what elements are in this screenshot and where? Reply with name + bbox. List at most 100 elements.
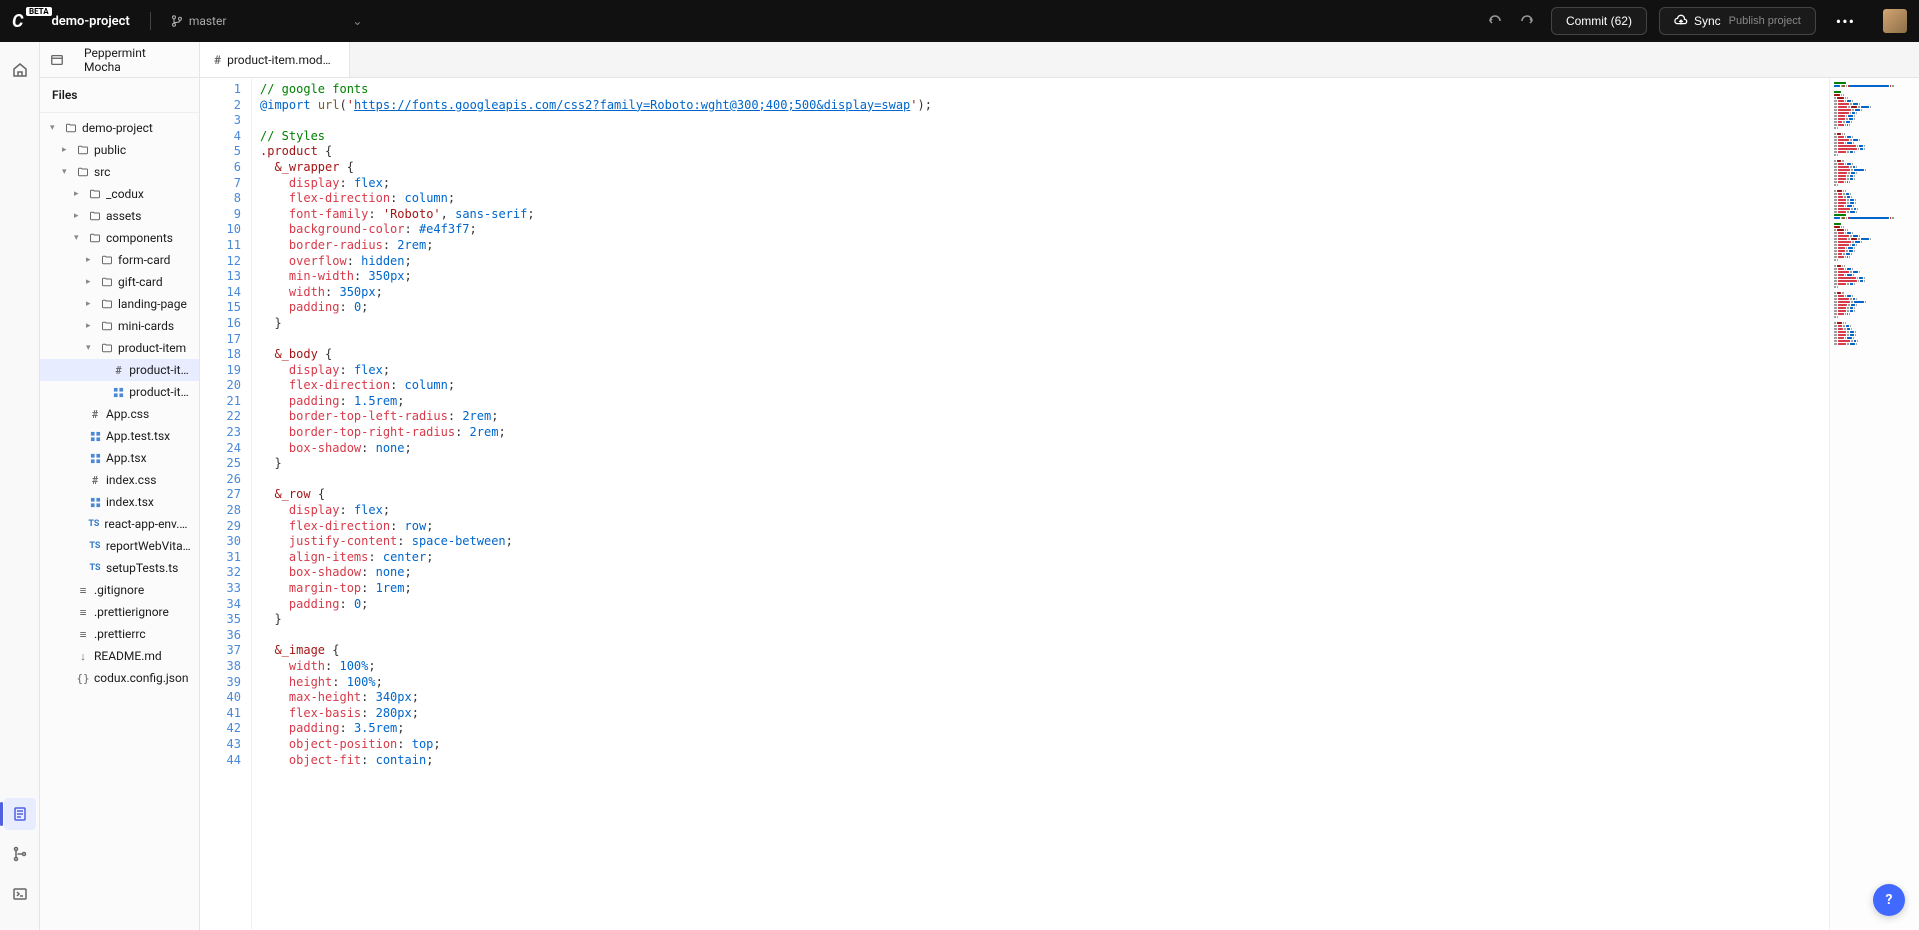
tree-item-label: gift-card bbox=[118, 275, 163, 289]
tree-item-product-item[interactable]: ▾product-item bbox=[40, 337, 199, 359]
tree-item-label: landing-page bbox=[118, 297, 187, 311]
folder-icon bbox=[100, 298, 114, 310]
tree-item-label: .prettierrc bbox=[94, 627, 146, 641]
editor-tab-label: product-item.module… bbox=[227, 53, 335, 67]
hash-icon: # bbox=[88, 408, 102, 421]
minimap[interactable] bbox=[1829, 78, 1919, 930]
terminal-view-button[interactable] bbox=[4, 878, 36, 910]
editor-content[interactable]: 1234567891011121314151617181920212223242… bbox=[200, 78, 1919, 930]
home-button[interactable] bbox=[4, 54, 36, 86]
tree-item--prettierrc[interactable]: ≡ .prettierrc bbox=[40, 623, 199, 645]
tree-item-react-app-env-d-ts[interactable]: TSreact-app-env.d.ts bbox=[40, 513, 199, 535]
project-name[interactable]: demo-project bbox=[51, 14, 129, 29]
chevron-down-icon: ⌄ bbox=[352, 14, 362, 28]
tree-item-demo-project[interactable]: ▾demo-project bbox=[40, 117, 199, 139]
tree-item-label: reportWebVital… bbox=[106, 539, 193, 553]
folder-icon bbox=[100, 276, 114, 288]
tree-item-mini-cards[interactable]: ▸mini-cards bbox=[40, 315, 199, 337]
chevron-icon: ▸ bbox=[74, 211, 84, 221]
sync-sub: Publish project bbox=[1729, 15, 1801, 27]
tree-item-label: App.tsx bbox=[106, 451, 147, 465]
tree-item-app-tsx[interactable]: App.tsx bbox=[40, 447, 199, 469]
tree-item-product-ite-[interactable]: #product-ite… bbox=[40, 359, 199, 381]
tree-item-index-tsx[interactable]: index.tsx bbox=[40, 491, 199, 513]
app-logo[interactable]: C BETA bbox=[12, 11, 23, 32]
breadcrumb-tab[interactable]: Peppermint Mocha bbox=[74, 42, 189, 80]
tree-item-components[interactable]: ▾components bbox=[40, 227, 199, 249]
divider bbox=[150, 12, 151, 30]
chevron-icon: ▸ bbox=[74, 189, 84, 199]
tree-item-product-ite-[interactable]: product-ite… bbox=[40, 381, 199, 403]
editor-tabs: # product-item.module… bbox=[200, 42, 1919, 78]
tree-item-app-test-tsx[interactable]: App.test.tsx bbox=[40, 425, 199, 447]
chevron-icon: ▾ bbox=[62, 167, 72, 177]
tree-item-public[interactable]: ▸public bbox=[40, 139, 199, 161]
file-icon: ≡ bbox=[76, 584, 90, 597]
hash-icon: # bbox=[112, 364, 126, 377]
json-icon: {} bbox=[76, 672, 90, 685]
tree-item-label: form-card bbox=[118, 253, 170, 267]
tree-item-reportwebvital-[interactable]: TS reportWebVital… bbox=[40, 535, 199, 557]
cloud-icon bbox=[1674, 14, 1688, 28]
file-icon: ≡ bbox=[76, 628, 90, 641]
topbar: C BETA demo-project master ⌄ Commit (62)… bbox=[0, 0, 1919, 42]
grid-icon bbox=[88, 497, 102, 508]
file-icon bbox=[12, 806, 28, 822]
hash-icon: # bbox=[88, 474, 102, 487]
commit-button[interactable]: Commit (62) bbox=[1551, 7, 1647, 35]
tree-item-label: public bbox=[94, 143, 126, 157]
tree-item-gift-card[interactable]: ▸ gift-card bbox=[40, 271, 199, 293]
tree-item--gitignore[interactable]: ≡.gitignore bbox=[40, 579, 199, 601]
ts-icon: TS bbox=[88, 563, 102, 573]
tree-item--codux[interactable]: ▸_codux bbox=[40, 183, 199, 205]
tree-item-src[interactable]: ▾ src bbox=[40, 161, 199, 183]
folder-icon bbox=[76, 166, 90, 178]
folder-icon bbox=[88, 188, 102, 200]
redo-icon[interactable] bbox=[1515, 9, 1539, 33]
folder-icon bbox=[76, 144, 90, 156]
tree-item-assets[interactable]: ▸assets bbox=[40, 205, 199, 227]
files-view-button[interactable] bbox=[4, 798, 36, 830]
grid-icon bbox=[88, 453, 102, 464]
branch-icon bbox=[171, 15, 183, 27]
avatar[interactable] bbox=[1883, 9, 1907, 33]
tree-item-label: src bbox=[94, 165, 110, 179]
chevron-icon: ▸ bbox=[86, 277, 96, 287]
tree-item-label: index.tsx bbox=[106, 495, 154, 509]
code-view[interactable]: // google fonts@import url('https://font… bbox=[252, 78, 1829, 930]
branch-selector[interactable]: master ⌄ bbox=[171, 14, 363, 28]
sync-label: Sync bbox=[1694, 14, 1721, 28]
tree-item-label: App.test.tsx bbox=[106, 429, 170, 443]
terminal-icon bbox=[12, 886, 28, 902]
tree-item-label: README.md bbox=[94, 649, 162, 663]
undo-icon[interactable] bbox=[1483, 9, 1507, 33]
tree-item-label: codux.config.json bbox=[94, 671, 188, 685]
git-icon bbox=[12, 846, 28, 862]
undo-redo-group bbox=[1483, 9, 1539, 33]
tree-item-landing-page[interactable]: ▸landing-page bbox=[40, 293, 199, 315]
chevron-icon: ▸ bbox=[86, 255, 96, 265]
tree-item-form-card[interactable]: ▸ form-card bbox=[40, 249, 199, 271]
tree-item-setuptests-ts[interactable]: TSsetupTests.ts bbox=[40, 557, 199, 579]
ts-icon: TS bbox=[88, 541, 102, 551]
sync-button[interactable]: Sync Publish project bbox=[1659, 7, 1816, 35]
folder-icon bbox=[88, 210, 102, 222]
tree-item-codux-config-json[interactable]: {} codux.config.json bbox=[40, 667, 199, 689]
sidebar-header: Files bbox=[40, 78, 199, 113]
git-view-button[interactable] bbox=[4, 838, 36, 870]
help-button[interactable]: ? bbox=[1873, 884, 1905, 916]
tree-item-index-css[interactable]: #index.css bbox=[40, 469, 199, 491]
hash-icon: # bbox=[214, 53, 221, 67]
sidebar-top-row: Peppermint Mocha bbox=[40, 42, 199, 78]
file-tree: ▾demo-project▸public▾src▸_codux▸assets▾c… bbox=[40, 113, 199, 930]
tree-item--prettierignore[interactable]: ≡.prettierignore bbox=[40, 601, 199, 623]
tree-item-label: components bbox=[106, 231, 173, 245]
activity-bar bbox=[0, 42, 40, 930]
folder-icon bbox=[100, 254, 114, 266]
tree-item-label: .prettierignore bbox=[94, 605, 169, 619]
tree-item-readme-md[interactable]: ↓README.md bbox=[40, 645, 199, 667]
chevron-icon: ▾ bbox=[50, 123, 60, 133]
tree-item-app-css[interactable]: #App.css bbox=[40, 403, 199, 425]
editor-tab-active[interactable]: # product-item.module… bbox=[200, 42, 350, 77]
more-menu-button[interactable]: ••• bbox=[1828, 8, 1863, 35]
